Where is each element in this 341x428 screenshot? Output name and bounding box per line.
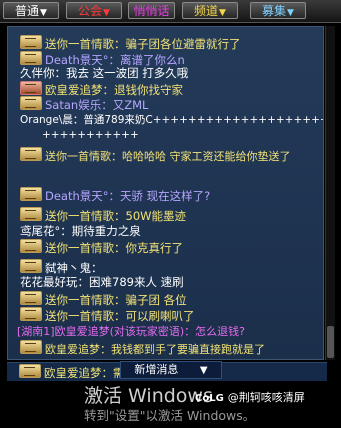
- rank-badge-icon: [19, 364, 41, 378]
- brand-logo: CoLG: [195, 393, 224, 404]
- rank-badge-icon: [20, 307, 42, 321]
- chat-line: 弑神丶鬼：: [20, 259, 103, 276]
- chat-scrollbar[interactable]: [325, 26, 335, 360]
- chevron-down-icon: ▼: [199, 365, 208, 376]
- chat-text: 弑神丶鬼：: [45, 261, 103, 275]
- tab-label: 悄悄话: [133, 4, 170, 18]
- chat-text: 花花最好玩：困难789来人 速刷: [20, 275, 184, 289]
- tab-guild[interactable]: 公会▼: [66, 2, 122, 19]
- chat-text: 欧皇爱追梦：退钱你找守家: [45, 83, 183, 97]
- chat-line: [湖南1]欧皇爱追梦(对该玩家密语)：怎么退钱?: [17, 324, 245, 339]
- chat-line: 欧皇爱追梦：需要: [19, 364, 136, 381]
- rank-badge-icon: [20, 291, 42, 305]
- chat-text: +++++++++++: [42, 129, 139, 141]
- chat-line: 鸢尾花°：期待重力之泉: [20, 224, 141, 239]
- chat-line: 送你一首情歌：哈哈哈哈 守家工资还能给你垫送了: [20, 147, 291, 164]
- chevron-down-icon: ▼: [287, 8, 294, 18]
- new-message-label: 新增消息: [134, 363, 179, 376]
- rank-badge-icon: [20, 147, 42, 161]
- chat-text: 鸢尾花°：期待重力之泉: [20, 224, 141, 238]
- rank-badge-icon: [20, 81, 42, 95]
- chevron-down-icon: ▼: [40, 8, 47, 18]
- rank-badge-icon: [20, 35, 42, 49]
- rank-badge-icon: [20, 207, 42, 221]
- chat-line: 欧皇爱追梦：我钱都到手了要骗直接跑就是了: [20, 340, 265, 357]
- tab-whisper[interactable]: 悄悄话: [128, 2, 175, 19]
- windows-activation-subtitle: 转到"设置"以激活 Windows。: [84, 408, 256, 423]
- chat-text: Orange\晨：普通789来奶C+++++++++++++++++++++++…: [20, 114, 323, 126]
- chat-line: +++++++++++: [42, 127, 139, 143]
- chat-line: Satan娱乐：又ZML: [20, 96, 148, 113]
- chat-line: 送你一首情歌：骗子团 各位: [20, 291, 187, 308]
- chat-log: 送你一首情歌：骗子团各位避雷就行了 Death景天°：离谱了你么n 久伴你：我去…: [7, 26, 324, 360]
- chat-text: Death景天°：离谱了你么n: [45, 53, 185, 67]
- chat-line: Orange\晨：普通789来奶C+++++++++++++++++++++++…: [20, 112, 323, 128]
- channel-tab-bar: 普通▼ 公会▼ 悄悄话 频道▼ 募集▼: [0, 0, 341, 23]
- chat-text: 送你一首情歌：骗子团各位避雷就行了: [45, 37, 241, 51]
- scrollbar-thumb[interactable]: [327, 326, 334, 358]
- chat-line: Death景天°：天骄 现在这样了?: [20, 187, 210, 204]
- tab-label: 普通: [15, 4, 40, 18]
- rank-badge-icon: [20, 239, 42, 253]
- watermark-credit: CoLG @荆轲咳咳清屏: [195, 389, 305, 405]
- chat-text: 久伴你：我去 这一波团 打多久哦: [20, 66, 189, 80]
- chat-line: 送你一首情歌：骗子团各位避雷就行了: [20, 35, 241, 52]
- rank-badge-icon: [20, 187, 42, 201]
- chat-line: 送你一首情歌：你克真行了: [20, 239, 183, 256]
- new-message-button[interactable]: 新增消息 ▼: [120, 361, 222, 379]
- windows-activation-title: 激活 Windows: [84, 385, 213, 407]
- chat-text: 送你一首情歌：你克真行了: [45, 241, 183, 255]
- rank-badge-icon: [20, 340, 42, 354]
- chat-text: 送你一首情歌：骗子团 各位: [45, 293, 187, 307]
- rank-badge-icon: [20, 259, 42, 273]
- chat-text: 送你一首情歌：哈哈哈哈 守家工资还能给你垫送了: [45, 150, 291, 163]
- chat-text: 送你一首情歌：50W能墨迹: [45, 209, 187, 223]
- tab-label: 募集: [262, 4, 287, 18]
- chat-line: 久伴你：我去 这一波团 打多久哦: [20, 66, 188, 81]
- chat-text: [湖南1]欧皇爱追梦(对该玩家密语)：怎么退钱?: [17, 325, 246, 338]
- chat-text: Satan娱乐：又ZML: [45, 98, 149, 112]
- chat-line: 送你一首情歌：可以刷喇叭了: [20, 307, 195, 324]
- chevron-down-icon: ▼: [219, 8, 226, 18]
- chat-line: 送你一首情歌：50W能墨迹: [20, 207, 186, 224]
- tab-normal[interactable]: 普通▼: [3, 2, 59, 19]
- tab-recruit[interactable]: 募集▼: [250, 2, 306, 19]
- tab-channel[interactable]: 频道▼: [182, 2, 238, 19]
- tab-label: 公会: [78, 4, 103, 18]
- chat-text: Death景天°：天骄 现在这样了?: [45, 189, 211, 203]
- chat-text: 送你一首情歌：可以刷喇叭了: [45, 309, 195, 323]
- rank-badge-icon: [20, 51, 42, 65]
- chat-text: 欧皇爱追梦：我钱都到手了要骗直接跑就是了: [45, 343, 265, 356]
- chevron-down-icon: ▼: [103, 8, 110, 18]
- rank-badge-icon: [20, 96, 42, 110]
- chat-line: 花花最好玩：困难789来人 速刷: [20, 275, 184, 290]
- credit-text: @荆轲咳咳清屏: [227, 391, 305, 404]
- tab-label: 频道: [194, 4, 219, 18]
